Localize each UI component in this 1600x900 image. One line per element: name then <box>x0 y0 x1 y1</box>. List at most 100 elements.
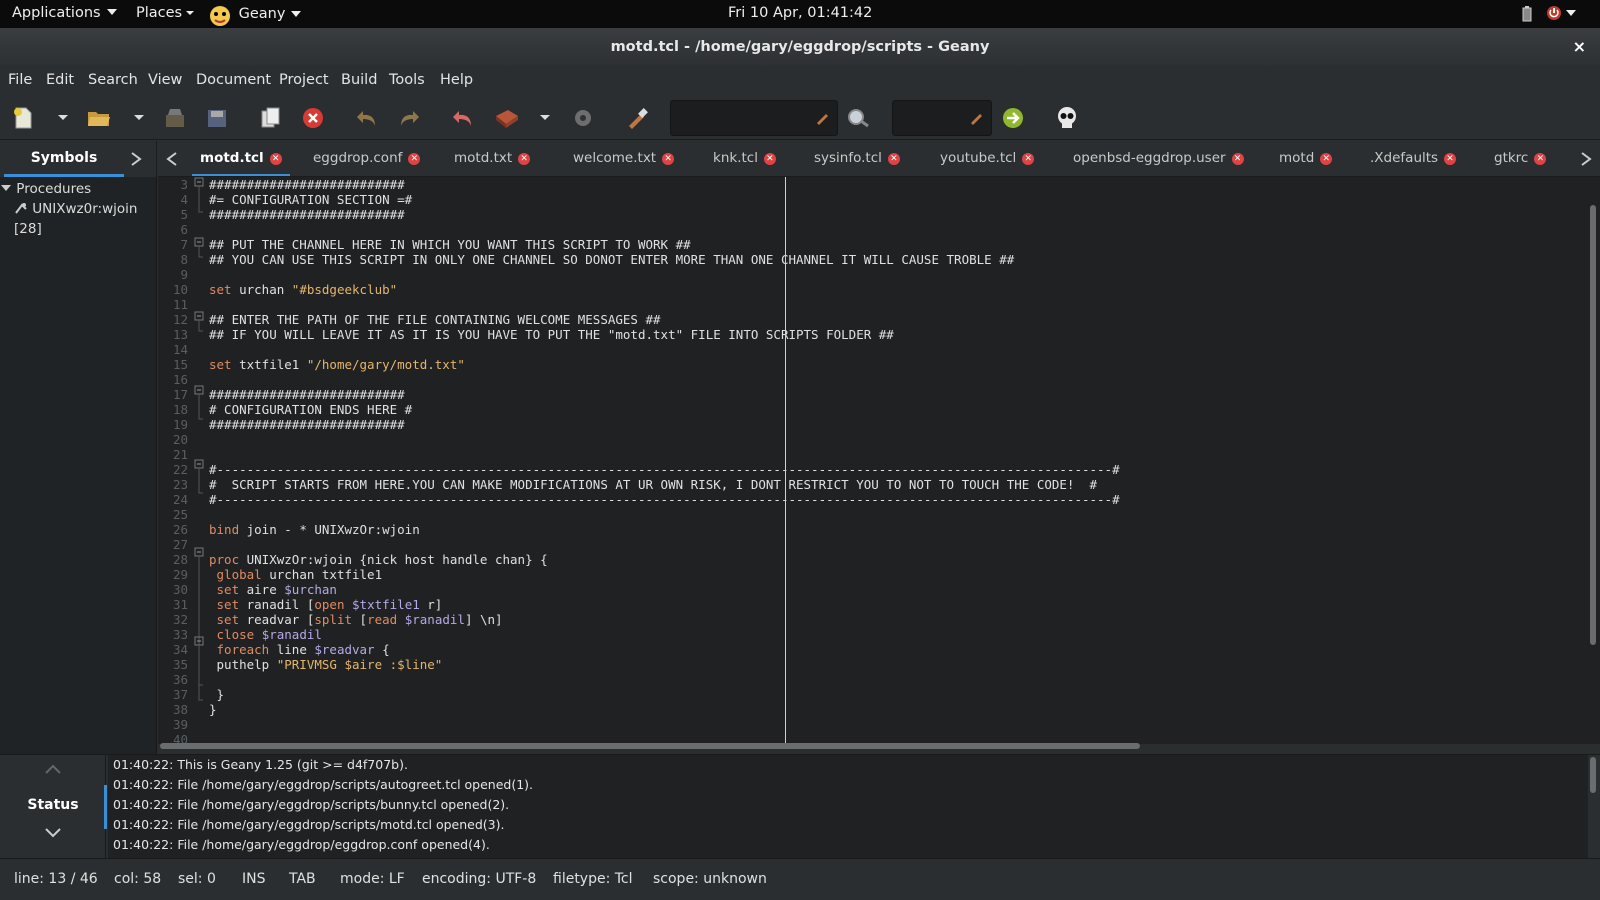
find-icon[interactable] <box>846 105 872 131</box>
code-line[interactable] <box>209 672 1120 687</box>
goto-line-input[interactable] <box>892 100 992 136</box>
open-file-dropdown[interactable] <box>134 115 144 120</box>
tab-close-icon[interactable]: ✕ <box>1534 153 1547 165</box>
quit-icon[interactable] <box>1054 105 1080 131</box>
code-line[interactable]: ## IF YOU WILL LEAVE IT AS IT IS YOU HAV… <box>209 327 1120 342</box>
new-file-icon[interactable] <box>10 105 36 131</box>
compile-icon[interactable] <box>494 105 520 131</box>
code-line[interactable]: ########################## <box>209 177 1120 192</box>
tab-openbsd-eggdrop-user[interactable]: openbsd-eggdrop.user ✕ <box>1073 141 1244 176</box>
tab-sysinfo-tcl[interactable]: sysinfo.tcl ✕ <box>814 141 900 176</box>
code-line[interactable]: puthelp "PRIVMSG $aire :$line" <box>209 657 1120 672</box>
code-line[interactable]: ########################## <box>209 387 1120 402</box>
sidebar-next-tab-icon[interactable] <box>130 151 142 171</box>
code-line[interactable] <box>209 267 1120 282</box>
app-menu[interactable]: Geany <box>206 0 302 28</box>
tab-close-icon[interactable]: ✕ <box>1231 153 1244 165</box>
code-line[interactable]: bind join - * UNIXwzOr:wjoin <box>209 522 1120 537</box>
tab-youtube-tcl[interactable]: youtube.tcl ✕ <box>940 141 1035 176</box>
code-line[interactable]: ## PUT THE CHANNEL HERE IN WHICH YOU WAN… <box>209 237 1120 252</box>
code-line[interactable]: #---------------------------------------… <box>209 462 1120 477</box>
code-line[interactable] <box>209 342 1120 357</box>
tree-node-wjoin[interactable]: UNIXwz0r:wjoin [28] <box>14 199 156 237</box>
code-line[interactable] <box>209 507 1120 522</box>
tab-close-icon[interactable]: ✕ <box>662 153 675 165</box>
code-line[interactable] <box>209 372 1120 387</box>
code-line[interactable] <box>209 222 1120 237</box>
code-line[interactable] <box>209 537 1120 552</box>
menu-edit[interactable]: Edit <box>46 72 74 88</box>
search-input[interactable] <box>670 100 838 136</box>
editor-vertical-scrollbar[interactable] <box>1590 205 1596 645</box>
window-close-button[interactable]: × <box>1573 28 1586 66</box>
code-line[interactable]: set urchan "#bsdgeekclub" <box>209 282 1120 297</box>
close-file-icon[interactable] <box>300 105 326 131</box>
tab-up-icon[interactable] <box>44 763 62 779</box>
fold-margin[interactable] <box>194 177 206 744</box>
code-editor[interactable]: 3 4 5 6 7 8 9 10 11 12 13 14 15 16 17 18 19 20 21 22 23 24 25 2… <box>158 177 1600 744</box>
places-menu[interactable]: Places <box>136 5 195 21</box>
tab-gtkrc[interactable]: gtkrc ✕ <box>1494 141 1547 176</box>
tab-close-icon[interactable]: ✕ <box>1444 153 1457 165</box>
code-line[interactable]: # SCRIPT STARTS FROM HERE.YOU CAN MAKE M… <box>209 477 1120 492</box>
tree-expander-icon[interactable] <box>0 182 12 194</box>
menu-document[interactable]: Document <box>196 72 271 88</box>
open-file-icon[interactable] <box>86 105 112 131</box>
code-line[interactable]: foreach line $readvar { <box>209 642 1120 657</box>
tabs-prev-icon[interactable] <box>166 151 178 171</box>
save-icon[interactable] <box>162 105 188 131</box>
messages-scrollbar[interactable] <box>1590 757 1596 793</box>
code-line[interactable] <box>209 297 1120 312</box>
tab-motd-txt[interactable]: motd.txt ✕ <box>454 141 531 176</box>
tab-eggdrop-conf[interactable]: eggdrop.conf ✕ <box>313 141 421 176</box>
color-chooser-icon[interactable] <box>624 105 650 131</box>
tab-knk-tcl[interactable]: knk.tcl ✕ <box>713 141 776 176</box>
menu-search[interactable]: Search <box>88 72 138 88</box>
code-line[interactable]: #= CONFIGURATION SECTION =# <box>209 192 1120 207</box>
code-line[interactable]: ########################## <box>209 207 1120 222</box>
menu-view[interactable]: View <box>148 72 182 88</box>
menu-help[interactable]: Help <box>440 72 473 88</box>
code-line[interactable]: global urchan txtfile1 <box>209 567 1120 582</box>
jump-to-line-icon[interactable] <box>1000 105 1026 131</box>
tab-welcome-txt[interactable]: welcome.txt ✕ <box>573 141 675 176</box>
code-line[interactable]: ## YOU CAN USE THIS SCRIPT IN ONLY ONE C… <box>209 252 1120 267</box>
code-line[interactable] <box>209 447 1120 462</box>
code-line[interactable]: set txtfile1 "/home/gary/motd.txt" <box>209 357 1120 372</box>
code-line[interactable]: set aire $urchan <box>209 582 1120 597</box>
menu-file[interactable]: File <box>8 72 32 88</box>
tab-motd-tcl[interactable]: motd.tcl ✕ <box>192 141 290 176</box>
code-line[interactable] <box>209 717 1120 732</box>
power-menu-arrow[interactable] <box>1566 6 1576 22</box>
execute-icon[interactable] <box>570 105 596 131</box>
tab-close-icon[interactable]: ✕ <box>518 153 531 165</box>
code-line[interactable]: set ranadil [open $txtfile1 r] <box>209 597 1120 612</box>
tab-close-icon[interactable]: ✕ <box>763 153 776 165</box>
code-text[interactable]: ########################## #= CONFIGURATI… <box>209 177 1120 744</box>
redo-icon[interactable] <box>396 105 422 131</box>
build-dropdown[interactable] <box>540 115 550 120</box>
code-line[interactable] <box>209 432 1120 447</box>
tab-down-icon[interactable] <box>44 827 62 843</box>
tab-motd[interactable]: motd ✕ <box>1279 141 1333 176</box>
code-line[interactable]: close $ranadil <box>209 627 1120 642</box>
save-all-icon[interactable] <box>204 105 230 131</box>
code-line[interactable]: } <box>209 687 1120 702</box>
code-line[interactable]: ########################## <box>209 417 1120 432</box>
code-line[interactable]: # CONFIGURATION ENDS HERE # <box>209 402 1120 417</box>
code-line[interactable]: set readvar [split [read $ranadil] \n] <box>209 612 1120 627</box>
editor-horizontal-scrollbar[interactable] <box>160 743 1140 749</box>
tab-xdefaults[interactable]: .Xdefaults ✕ <box>1370 141 1457 176</box>
fold-markers[interactable] <box>194 177 206 744</box>
tab-close-icon[interactable]: ✕ <box>408 153 421 165</box>
tabs-next-icon[interactable] <box>1580 151 1600 169</box>
power-icon[interactable] <box>1546 5 1562 25</box>
tree-node-procedures[interactable]: Procedures <box>0 179 91 199</box>
tab-symbols[interactable]: Symbols <box>4 141 124 177</box>
revert-icon[interactable] <box>258 105 284 131</box>
status-messages[interactable]: 01:40:22: This is Geany 1.25 (git >= d4f… <box>108 755 1588 859</box>
battery-icon[interactable] <box>1522 6 1532 26</box>
menu-build[interactable]: Build <box>341 72 377 88</box>
applications-menu[interactable]: Applications <box>12 5 117 21</box>
clock[interactable]: Fri 10 Apr, 01:41:42 <box>728 5 872 21</box>
